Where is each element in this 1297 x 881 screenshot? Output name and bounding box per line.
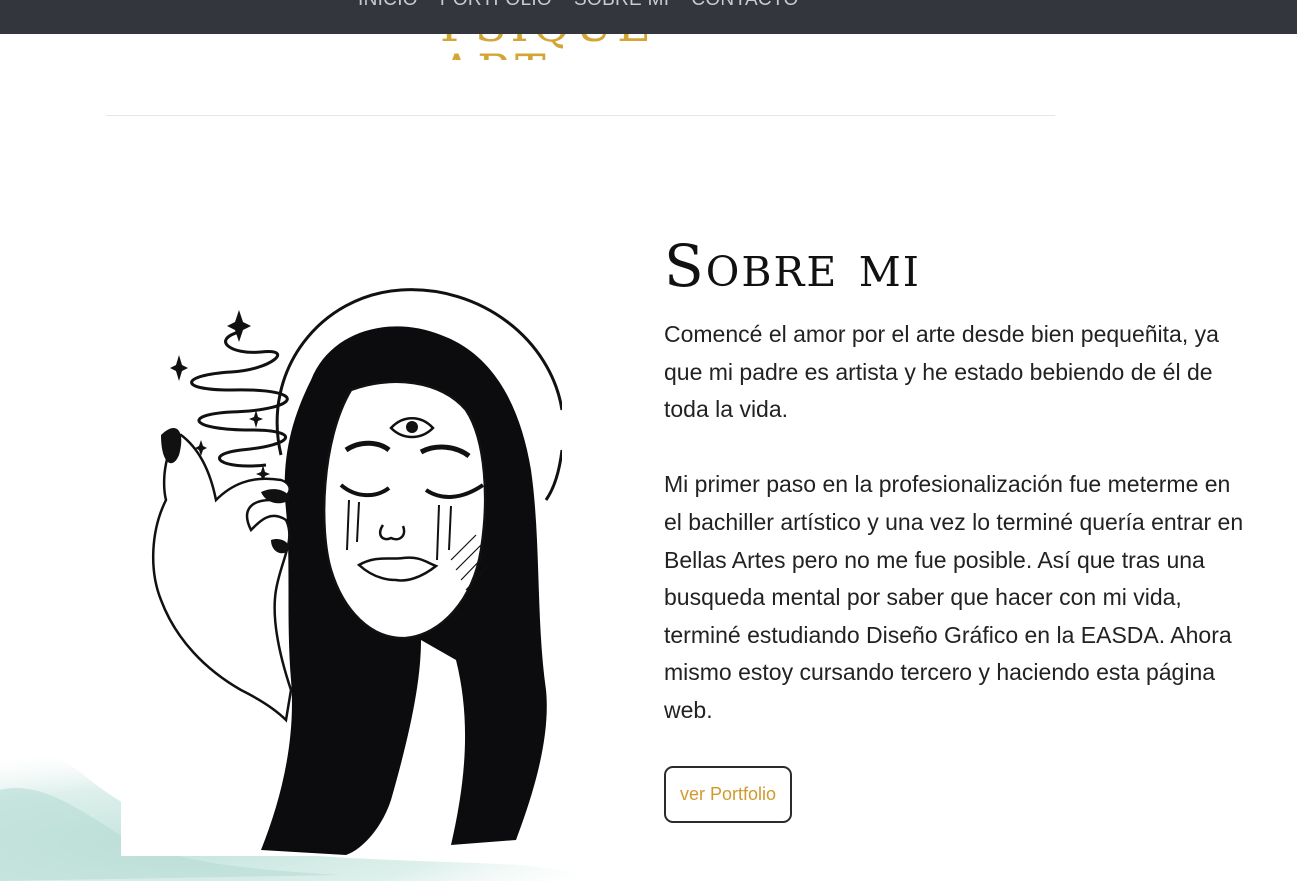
nav-item-inicio[interactable]: INICIO	[358, 0, 418, 11]
nav-item-portfolio[interactable]: PORTFOLIO	[440, 0, 552, 11]
main-nav: INICIO PORTFOLIO SOBRE MI CONTACTO	[358, 0, 799, 11]
about-text: Comencé el amor por el arte desde bien p…	[664, 316, 1254, 767]
portrait-drawing	[151, 288, 564, 855]
section-title: Sobre mi	[664, 232, 921, 300]
about-paragraph: Comencé el amor por el arte desde bien p…	[664, 321, 1219, 423]
about-paragraph: Mi primer paso en la profesionalización …	[664, 471, 1244, 723]
view-portfolio-button[interactable]: ver Portfolio	[664, 766, 792, 823]
nav-item-contacto[interactable]: CONTACTO	[691, 0, 798, 11]
top-navigation-bar: INICIO PORTFOLIO SOBRE MI CONTACTO	[0, 0, 1297, 34]
header-divider	[106, 115, 1055, 116]
portrait-illustration	[121, 260, 564, 856]
nav-item-sobre-mi[interactable]: SOBRE MI	[574, 0, 669, 11]
